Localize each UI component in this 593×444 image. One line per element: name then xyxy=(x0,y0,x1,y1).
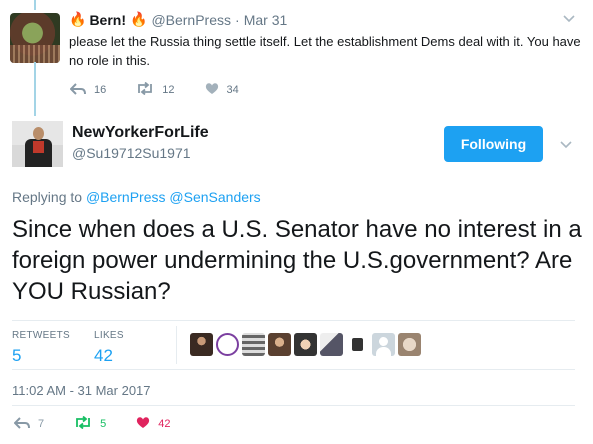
avatar[interactable] xyxy=(12,121,63,167)
reply-count: 16 xyxy=(94,84,107,96)
reply-button[interactable]: 16 xyxy=(69,82,107,98)
liker-avatars xyxy=(190,333,424,356)
parent-tweet-actions: 16 12 34 xyxy=(69,81,269,98)
avatar[interactable] xyxy=(372,333,395,356)
retweets-label: RETWEETS xyxy=(12,330,70,341)
like-count: 34 xyxy=(226,84,239,96)
avatar[interactable] xyxy=(216,333,239,356)
like-button[interactable]: 34 xyxy=(205,82,239,98)
author-name[interactable]: Bern! xyxy=(89,12,126,28)
avatar[interactable] xyxy=(320,333,343,356)
avatar[interactable] xyxy=(294,333,317,356)
avatar[interactable] xyxy=(10,13,60,63)
retweet-button[interactable]: 5 xyxy=(74,415,107,432)
reply-count: 7 xyxy=(38,418,45,430)
author-handle[interactable]: @Su19712Su1971 xyxy=(72,145,191,161)
mention-link[interactable]: @SenSanders xyxy=(169,189,260,205)
divider xyxy=(12,405,575,406)
avatar[interactable] xyxy=(242,333,265,356)
parent-tweet-text: please let the Russia thing settle itsel… xyxy=(69,34,581,68)
avatar[interactable] xyxy=(190,333,213,356)
divider xyxy=(12,320,575,321)
heart-icon xyxy=(136,416,150,432)
likes-value: 42 xyxy=(94,346,113,365)
retweets-value: 5 xyxy=(12,346,22,365)
author-handle[interactable]: @BernPress xyxy=(151,12,231,28)
avatar[interactable] xyxy=(398,333,421,356)
retweet-count: 5 xyxy=(100,418,107,430)
likes-stat[interactable]: LIKES 42 xyxy=(94,330,124,366)
fire-icon: 🔥 xyxy=(130,11,148,27)
replying-prefix: Replying to xyxy=(12,189,83,205)
separator-dot: · xyxy=(235,11,240,28)
tweet-actions: 7 5 42 xyxy=(13,415,201,432)
tweet-date[interactable]: Mar 31 xyxy=(244,12,288,28)
avatar[interactable] xyxy=(346,333,369,356)
divider xyxy=(176,326,177,364)
retweet-button[interactable]: 12 xyxy=(136,81,175,98)
retweet-count: 12 xyxy=(162,84,175,96)
thread-connector xyxy=(34,0,36,10)
likes-label: LIKES xyxy=(94,330,124,341)
replying-to-line: Replying to @BernPress @SenSanders xyxy=(12,189,261,205)
reply-button[interactable]: 7 xyxy=(13,416,45,432)
retweet-icon xyxy=(136,81,154,98)
mention-link[interactable]: @BernPress xyxy=(86,189,166,205)
retweets-stat[interactable]: RETWEETS 5 xyxy=(12,330,70,366)
author-name[interactable]: NewYorkerForLife xyxy=(72,124,209,142)
thread-connector xyxy=(34,62,36,116)
tweet-timestamp[interactable]: 11:02 AM - 31 Mar 2017 xyxy=(12,383,151,398)
avatar[interactable] xyxy=(268,333,291,356)
reply-icon xyxy=(13,416,30,432)
reply-icon xyxy=(69,82,86,98)
heart-icon xyxy=(205,82,219,98)
chevron-down-icon[interactable] xyxy=(560,138,572,150)
following-button[interactable]: Following xyxy=(444,126,543,162)
chevron-down-icon[interactable] xyxy=(563,12,575,24)
like-count: 42 xyxy=(158,418,171,430)
tweet-text: Since when does a U.S. Senator have no i… xyxy=(12,216,582,305)
like-button[interactable]: 42 xyxy=(136,416,171,432)
divider xyxy=(12,369,575,370)
fire-icon: 🔥 xyxy=(69,11,87,27)
parent-tweet-header: 🔥 Bern! 🔥 @BernPress · Mar 31 xyxy=(69,11,287,28)
retweet-icon xyxy=(74,415,92,432)
